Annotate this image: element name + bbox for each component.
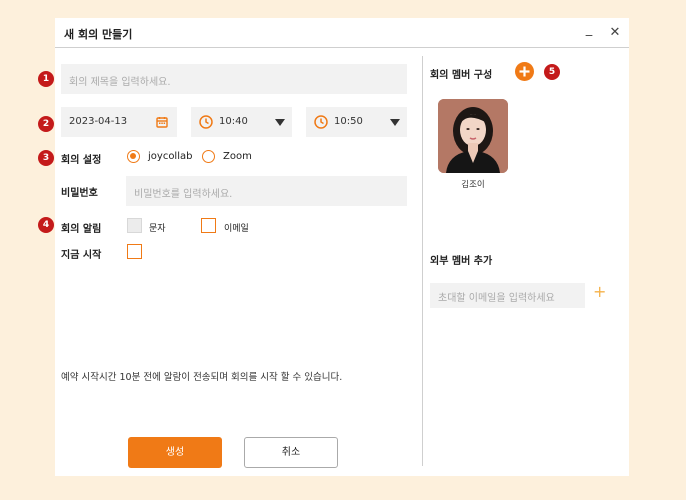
create-meeting-dialog: 새 회의 만들기 _ ✕ 1 회의 제목을 입력하세요. 2 2023-04-1… bbox=[38, 18, 629, 476]
meeting-alarm-label: 회의 알림 bbox=[61, 224, 102, 235]
alarm-email-checkbox[interactable] bbox=[201, 218, 216, 233]
alarm-email-label: 이메일 bbox=[224, 224, 249, 234]
members-title: 회의 멤버 구성 bbox=[430, 70, 493, 81]
calendar-icon[interactable] bbox=[156, 116, 168, 128]
plus-icon bbox=[519, 66, 530, 77]
chevron-down-icon bbox=[275, 119, 285, 126]
badge-3: 3 bbox=[38, 150, 54, 166]
start-time-select[interactable]: 10:40 bbox=[191, 107, 292, 137]
minimize-button[interactable]: _ bbox=[580, 21, 598, 39]
meeting-settings-label: 회의 설정 bbox=[61, 155, 102, 166]
date-picker[interactable]: 2023-04-13 bbox=[61, 107, 177, 137]
pane-divider bbox=[422, 56, 423, 466]
radio-zoom[interactable] bbox=[202, 150, 215, 163]
dialog-title: 새 회의 만들기 bbox=[64, 28, 133, 41]
badge-2: 2 bbox=[38, 116, 54, 132]
start-now-checkbox[interactable] bbox=[127, 244, 142, 259]
badge-1: 1 bbox=[38, 71, 54, 87]
badge-4: 4 bbox=[38, 217, 54, 233]
password-label: 비밀번호 bbox=[61, 188, 98, 199]
create-button[interactable]: 생성 bbox=[128, 437, 222, 468]
close-button[interactable]: ✕ bbox=[606, 24, 624, 42]
title-bar: 새 회의 만들기 _ ✕ bbox=[55, 18, 629, 48]
add-member-button[interactable] bbox=[515, 62, 534, 81]
external-members-title: 외부 멤버 추가 bbox=[430, 256, 493, 267]
radio-joycollab-label[interactable]: joycollab bbox=[148, 151, 192, 162]
clock-icon bbox=[314, 115, 328, 129]
alarm-sms-label: 문자 bbox=[149, 224, 166, 234]
cancel-button[interactable]: 취소 bbox=[244, 437, 338, 468]
notice-text: 예약 시작시간 10분 전에 알람이 전송되며 회의를 시작 할 수 있습니다. bbox=[61, 372, 343, 383]
clock-icon bbox=[199, 115, 213, 129]
start-now-label: 지금 시작 bbox=[61, 250, 102, 261]
badge-5: 5 bbox=[544, 64, 560, 80]
radio-zoom-label[interactable]: Zoom bbox=[223, 151, 252, 162]
end-time-select[interactable]: 10:50 bbox=[306, 107, 407, 137]
chevron-down-icon bbox=[390, 119, 400, 126]
meeting-title-input[interactable]: 회의 제목을 입력하세요. bbox=[61, 64, 407, 94]
member-avatar[interactable] bbox=[438, 99, 508, 173]
radio-joycollab[interactable] bbox=[127, 150, 140, 163]
password-input[interactable]: 비밀번호를 입력하세요. bbox=[126, 176, 407, 206]
invite-email-input[interactable]: 초대할 이메일을 입력하세요 bbox=[430, 283, 585, 308]
member-name: 김조이 bbox=[461, 180, 485, 190]
alarm-sms-checkbox[interactable] bbox=[127, 218, 142, 233]
add-email-button[interactable]: + bbox=[593, 282, 606, 301]
avatar-photo bbox=[438, 99, 508, 173]
